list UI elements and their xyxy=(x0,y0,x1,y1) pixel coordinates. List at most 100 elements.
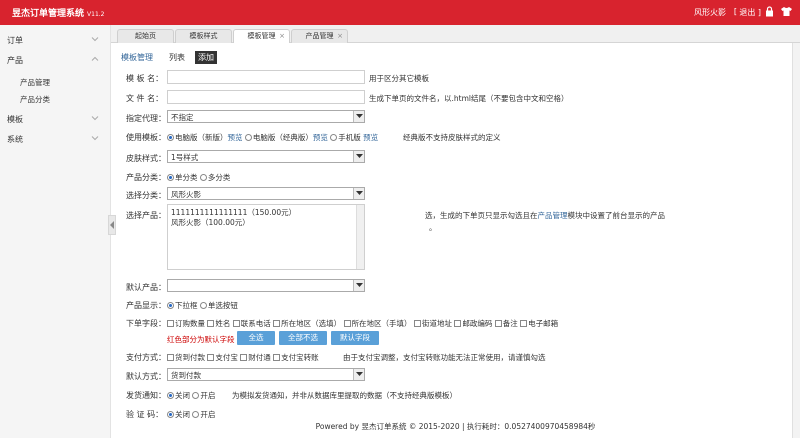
main-content: 模板管理 列表 添加 模 板 名： 用于区分其它模板 文 件 名： 生成下单页的… xyxy=(111,43,800,438)
sidebar-item-system[interactable]: 系统 xyxy=(0,129,110,149)
name-label: 模 板 名： xyxy=(126,74,164,83)
skin-icon[interactable] xyxy=(781,6,792,17)
logout-link[interactable]: 退出 ] xyxy=(739,7,761,18)
chevron-down-icon xyxy=(356,114,363,118)
preview-link[interactable]: 预览 xyxy=(363,133,378,142)
agent-select[interactable]: 不指定 xyxy=(167,110,365,123)
products-label: 选择产品： xyxy=(126,211,166,220)
notify-hint: 为模拟发货通知，并非从数据库里提取的数据（不支持经典版模板） xyxy=(232,391,457,400)
template-hint: 经典版不支持皮肤样式的定义 xyxy=(403,133,501,142)
agent-label: 指定代理： xyxy=(126,114,166,123)
tab-product-manage[interactable]: 产品管理 × xyxy=(291,29,348,43)
field-checkbox[interactable] xyxy=(494,320,502,327)
tab-start[interactable]: 起始页 xyxy=(117,29,174,43)
tab-template-manage[interactable]: 模板管理 × xyxy=(233,29,290,43)
category-label: 选择分类： xyxy=(126,191,166,200)
category-select[interactable]: 风形火影 xyxy=(167,187,365,200)
category-mode-options: 单分类 多分类 xyxy=(167,172,230,183)
close-icon[interactable]: × xyxy=(279,30,285,43)
product-manage-link[interactable]: 产品管理 xyxy=(538,211,568,220)
template-radio-mobile[interactable] xyxy=(330,134,338,141)
list-link[interactable]: 列表 xyxy=(169,52,185,63)
template-options: 电脑版（新版）预览 电脑版（经典版）预览 手机版 预览 xyxy=(167,132,378,143)
fields-checkboxes: 订购数量 姓名 联系电话 所在地区（选填） 所在地区（手填） 街道地址 邮政编码… xyxy=(167,318,558,329)
field-checkbox[interactable] xyxy=(413,320,421,327)
pay-checkbox[interactable] xyxy=(240,354,248,361)
pay-checkbox[interactable] xyxy=(167,354,174,361)
add-tab[interactable]: 添加 xyxy=(195,51,217,64)
fields-label: 下单字段： xyxy=(126,319,166,328)
crumb-section[interactable]: 模板管理 xyxy=(121,53,153,62)
sidebar-subitem-product-category[interactable]: 产品分类 xyxy=(20,94,50,105)
sidebar-item-label: 系统 xyxy=(7,135,23,144)
pay-checkbox[interactable] xyxy=(273,354,281,361)
dropdown-radio[interactable] xyxy=(167,302,174,309)
radio-buttons-radio[interactable] xyxy=(199,302,207,309)
lock-icon[interactable] xyxy=(765,6,774,17)
field-checkbox[interactable] xyxy=(232,320,240,327)
chevron-down-icon xyxy=(91,116,99,121)
field-checkbox[interactable] xyxy=(167,320,174,327)
multi-category-radio[interactable] xyxy=(199,174,207,181)
sidebar-item-products[interactable]: 产品 xyxy=(0,50,110,70)
field-checkbox[interactable] xyxy=(207,320,215,327)
product-option[interactable]: 1111111111111111（150.00元） xyxy=(171,208,361,218)
chevron-down-icon xyxy=(91,136,99,141)
chevron-down-icon xyxy=(356,372,363,376)
file-name-input[interactable] xyxy=(167,90,365,104)
scrollbar[interactable] xyxy=(356,205,364,269)
chevron-down-icon xyxy=(356,191,363,195)
template-label: 使用模板： xyxy=(126,133,166,142)
tab-template-style[interactable]: 模板样式 xyxy=(175,29,232,43)
template-name-input[interactable] xyxy=(167,70,365,84)
chevron-down-icon xyxy=(356,283,363,287)
notify-on-radio[interactable] xyxy=(192,392,200,399)
notify-off-radio[interactable] xyxy=(167,392,174,399)
single-category-radio[interactable] xyxy=(167,174,174,181)
captcha-off-radio[interactable] xyxy=(167,411,174,418)
display-label: 产品显示： xyxy=(126,301,166,310)
sidebar-item-templates[interactable]: 模板 xyxy=(0,109,110,129)
breadcrumb: 模板管理 列表 添加 xyxy=(121,51,217,64)
captcha-options: 关闭 开启 xyxy=(167,409,215,420)
default-product-select[interactable] xyxy=(167,279,365,292)
file-label: 文 件 名： xyxy=(126,94,164,103)
field-checkbox[interactable] xyxy=(454,320,462,327)
tab-bar: 起始页 模板样式 模板管理 × 产品管理 × xyxy=(111,25,800,43)
default-fields-button[interactable]: 默认字段 xyxy=(331,331,379,345)
captcha-on-radio[interactable] xyxy=(192,411,200,418)
select-none-button[interactable]: 全部不选 xyxy=(279,331,327,345)
category-mode-label: 产品分类： xyxy=(126,173,166,182)
pay-checkbox[interactable] xyxy=(207,354,215,361)
sidebar-subitem-product-manage[interactable]: 产品管理 xyxy=(20,77,50,88)
template-radio-classic[interactable] xyxy=(244,134,252,141)
pay-hint: 由于支付宝调整，支付宝转账功能无法正常使用，请谨慎勾选 xyxy=(343,353,546,362)
field-checkbox[interactable] xyxy=(273,320,281,327)
template-radio-new[interactable] xyxy=(167,134,174,141)
current-user[interactable]: 风形火影 xyxy=(694,7,726,18)
preview-link[interactable]: 预览 xyxy=(228,133,243,142)
products-hint-2: 。 xyxy=(429,223,437,232)
pay-checkboxes: 货到付款 支付宝 财付通 支付宝转账 xyxy=(167,352,319,363)
field-checkbox[interactable] xyxy=(520,320,528,327)
field-checkbox[interactable] xyxy=(343,320,351,327)
default-fields-note: 红色部分为默认字段 xyxy=(167,335,235,344)
default-pay-label: 默认方式： xyxy=(126,372,166,381)
products-multiselect[interactable]: 1111111111111111（150.00元） 风形火影（100.00元） xyxy=(167,204,365,270)
file-hint: 生成下单页的文件名，以.html结尾（不要包含中文和空格） xyxy=(369,94,569,103)
display-options: 下拉框 单选按钮 xyxy=(167,300,238,311)
pay-label: 支付方式： xyxy=(126,353,166,362)
sidebar-item-orders[interactable]: 订单 xyxy=(0,30,110,50)
skin-select[interactable]: 1号样式 xyxy=(167,150,365,163)
page-scrollbar[interactable] xyxy=(792,43,800,438)
close-icon[interactable]: × xyxy=(337,30,343,43)
product-option[interactable]: 风形火影（100.00元） xyxy=(171,218,361,228)
select-all-button[interactable]: 全选 xyxy=(237,331,275,345)
top-bar: 昱杰订单管理系统 V11.2 风形火影 [ 退出 ] xyxy=(0,0,800,25)
notify-options: 关闭 开启 xyxy=(167,390,215,401)
sidebar-item-label: 模板 xyxy=(7,115,23,124)
footer: Powered by 昱杰订单系统 © 2015-2020 | 执行耗时：0.0… xyxy=(315,422,596,431)
products-hint: 选，生成的下单页只显示勾选且在产品管理模块中设置了前台显示的产品 xyxy=(425,211,665,220)
default-pay-select[interactable]: 货到付款 xyxy=(167,368,365,381)
preview-link[interactable]: 预览 xyxy=(313,133,328,142)
